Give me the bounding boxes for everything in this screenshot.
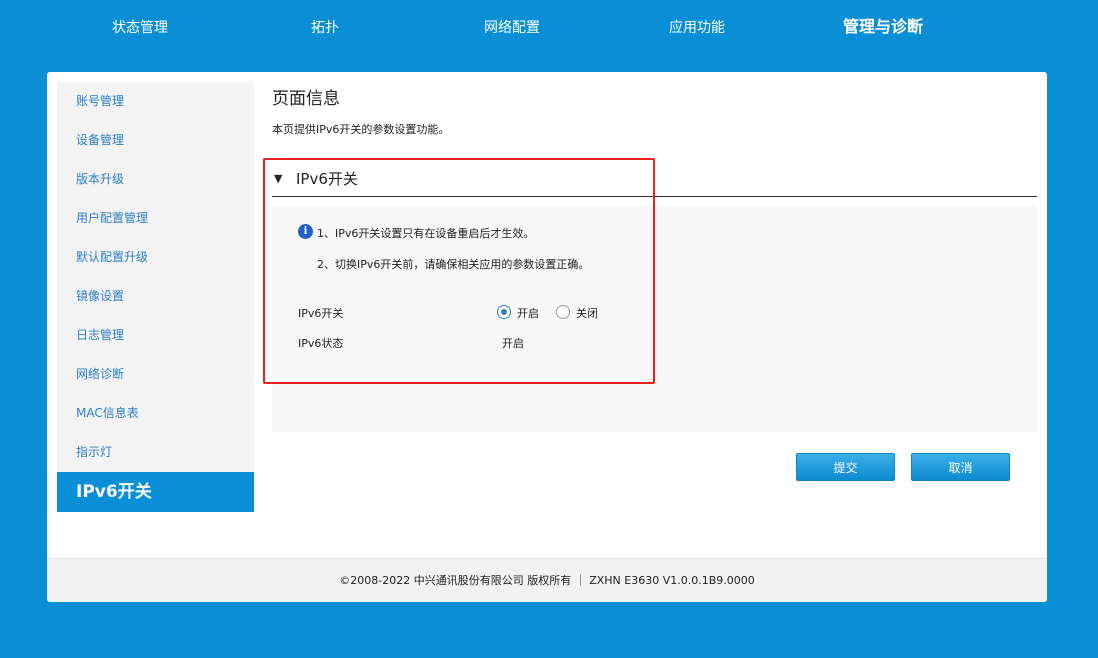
sidebar-item-network-diagnosis[interactable]: 网络诊断 <box>57 355 254 394</box>
cancel-button[interactable]: 取消 <box>911 453 1010 481</box>
radio-disable-label[interactable]: 关闭 <box>576 305 598 321</box>
nav-status-management[interactable]: 状态管理 <box>100 18 180 38</box>
radio-disable[interactable] <box>556 305 570 319</box>
ipv6-status-value: 开启 <box>502 337 524 350</box>
sidebar-item-account[interactable]: 账号管理 <box>57 82 254 121</box>
sidebar-item-user-config[interactable]: 用户配置管理 <box>57 199 254 238</box>
settings-panel: i 1、IPv6开关设置只有在设备重启后才生效。 2、切换IPv6开关前，请确保… <box>272 206 1037 481</box>
sidebar-item-upgrade[interactable]: 版本升级 <box>57 160 254 199</box>
footer-copyright: ©2008-2022 中兴通讯股份有限公司 版权所有 ｜ ZXHN E3630 … <box>47 558 1047 602</box>
section-header[interactable]: ▼ IPv6开关 <box>272 168 1037 197</box>
sidebar-item-device[interactable]: 设备管理 <box>57 121 254 160</box>
page-description: 本页提供IPv6开关的参数设置功能。 <box>272 123 450 136</box>
nav-topology[interactable]: 拓扑 <box>295 18 355 38</box>
nav-network-config[interactable]: 网络配置 <box>472 18 552 38</box>
sidebar-item-mac-table[interactable]: MAC信息表 <box>57 394 254 433</box>
info-icon: i <box>298 224 313 239</box>
radio-enable[interactable] <box>497 305 511 319</box>
submit-button[interactable]: 提交 <box>796 453 895 481</box>
sidebar: 账号管理 设备管理 版本升级 用户配置管理 默认配置升级 镜像设置 日志管理 网… <box>57 82 254 512</box>
nav-application[interactable]: 应用功能 <box>657 18 737 38</box>
sidebar-item-log[interactable]: 日志管理 <box>57 316 254 355</box>
nav-management-diagnosis[interactable]: 管理与诊断 <box>833 17 933 37</box>
top-navigation: 状态管理 拓扑 网络配置 应用功能 管理与诊断 <box>0 0 1098 56</box>
sidebar-item-mirror[interactable]: 镜像设置 <box>57 277 254 316</box>
ipv6-status-label: IPv6状态 <box>298 337 344 350</box>
section-title: IPv6开关 <box>296 170 358 188</box>
note-line-1: 1、IPv6开关设置只有在设备重启后才生效。 <box>317 227 535 240</box>
page-title: 页面信息 <box>272 89 340 109</box>
sidebar-item-indicator[interactable]: 指示灯 <box>57 433 254 472</box>
radio-enable-label[interactable]: 开启 <box>517 305 539 321</box>
note-line-2: 2、切换IPv6开关前，请确保相关应用的参数设置正确。 <box>317 258 590 271</box>
triangle-down-icon: ▼ <box>274 172 283 185</box>
sidebar-item-default-config[interactable]: 默认配置升级 <box>57 238 254 277</box>
sidebar-item-ipv6-switch[interactable]: IPv6开关 <box>57 472 254 512</box>
main-card: 账号管理 设备管理 版本升级 用户配置管理 默认配置升级 镜像设置 日志管理 网… <box>47 72 1047 602</box>
ipv6-switch-label: IPv6开关 <box>298 307 344 320</box>
